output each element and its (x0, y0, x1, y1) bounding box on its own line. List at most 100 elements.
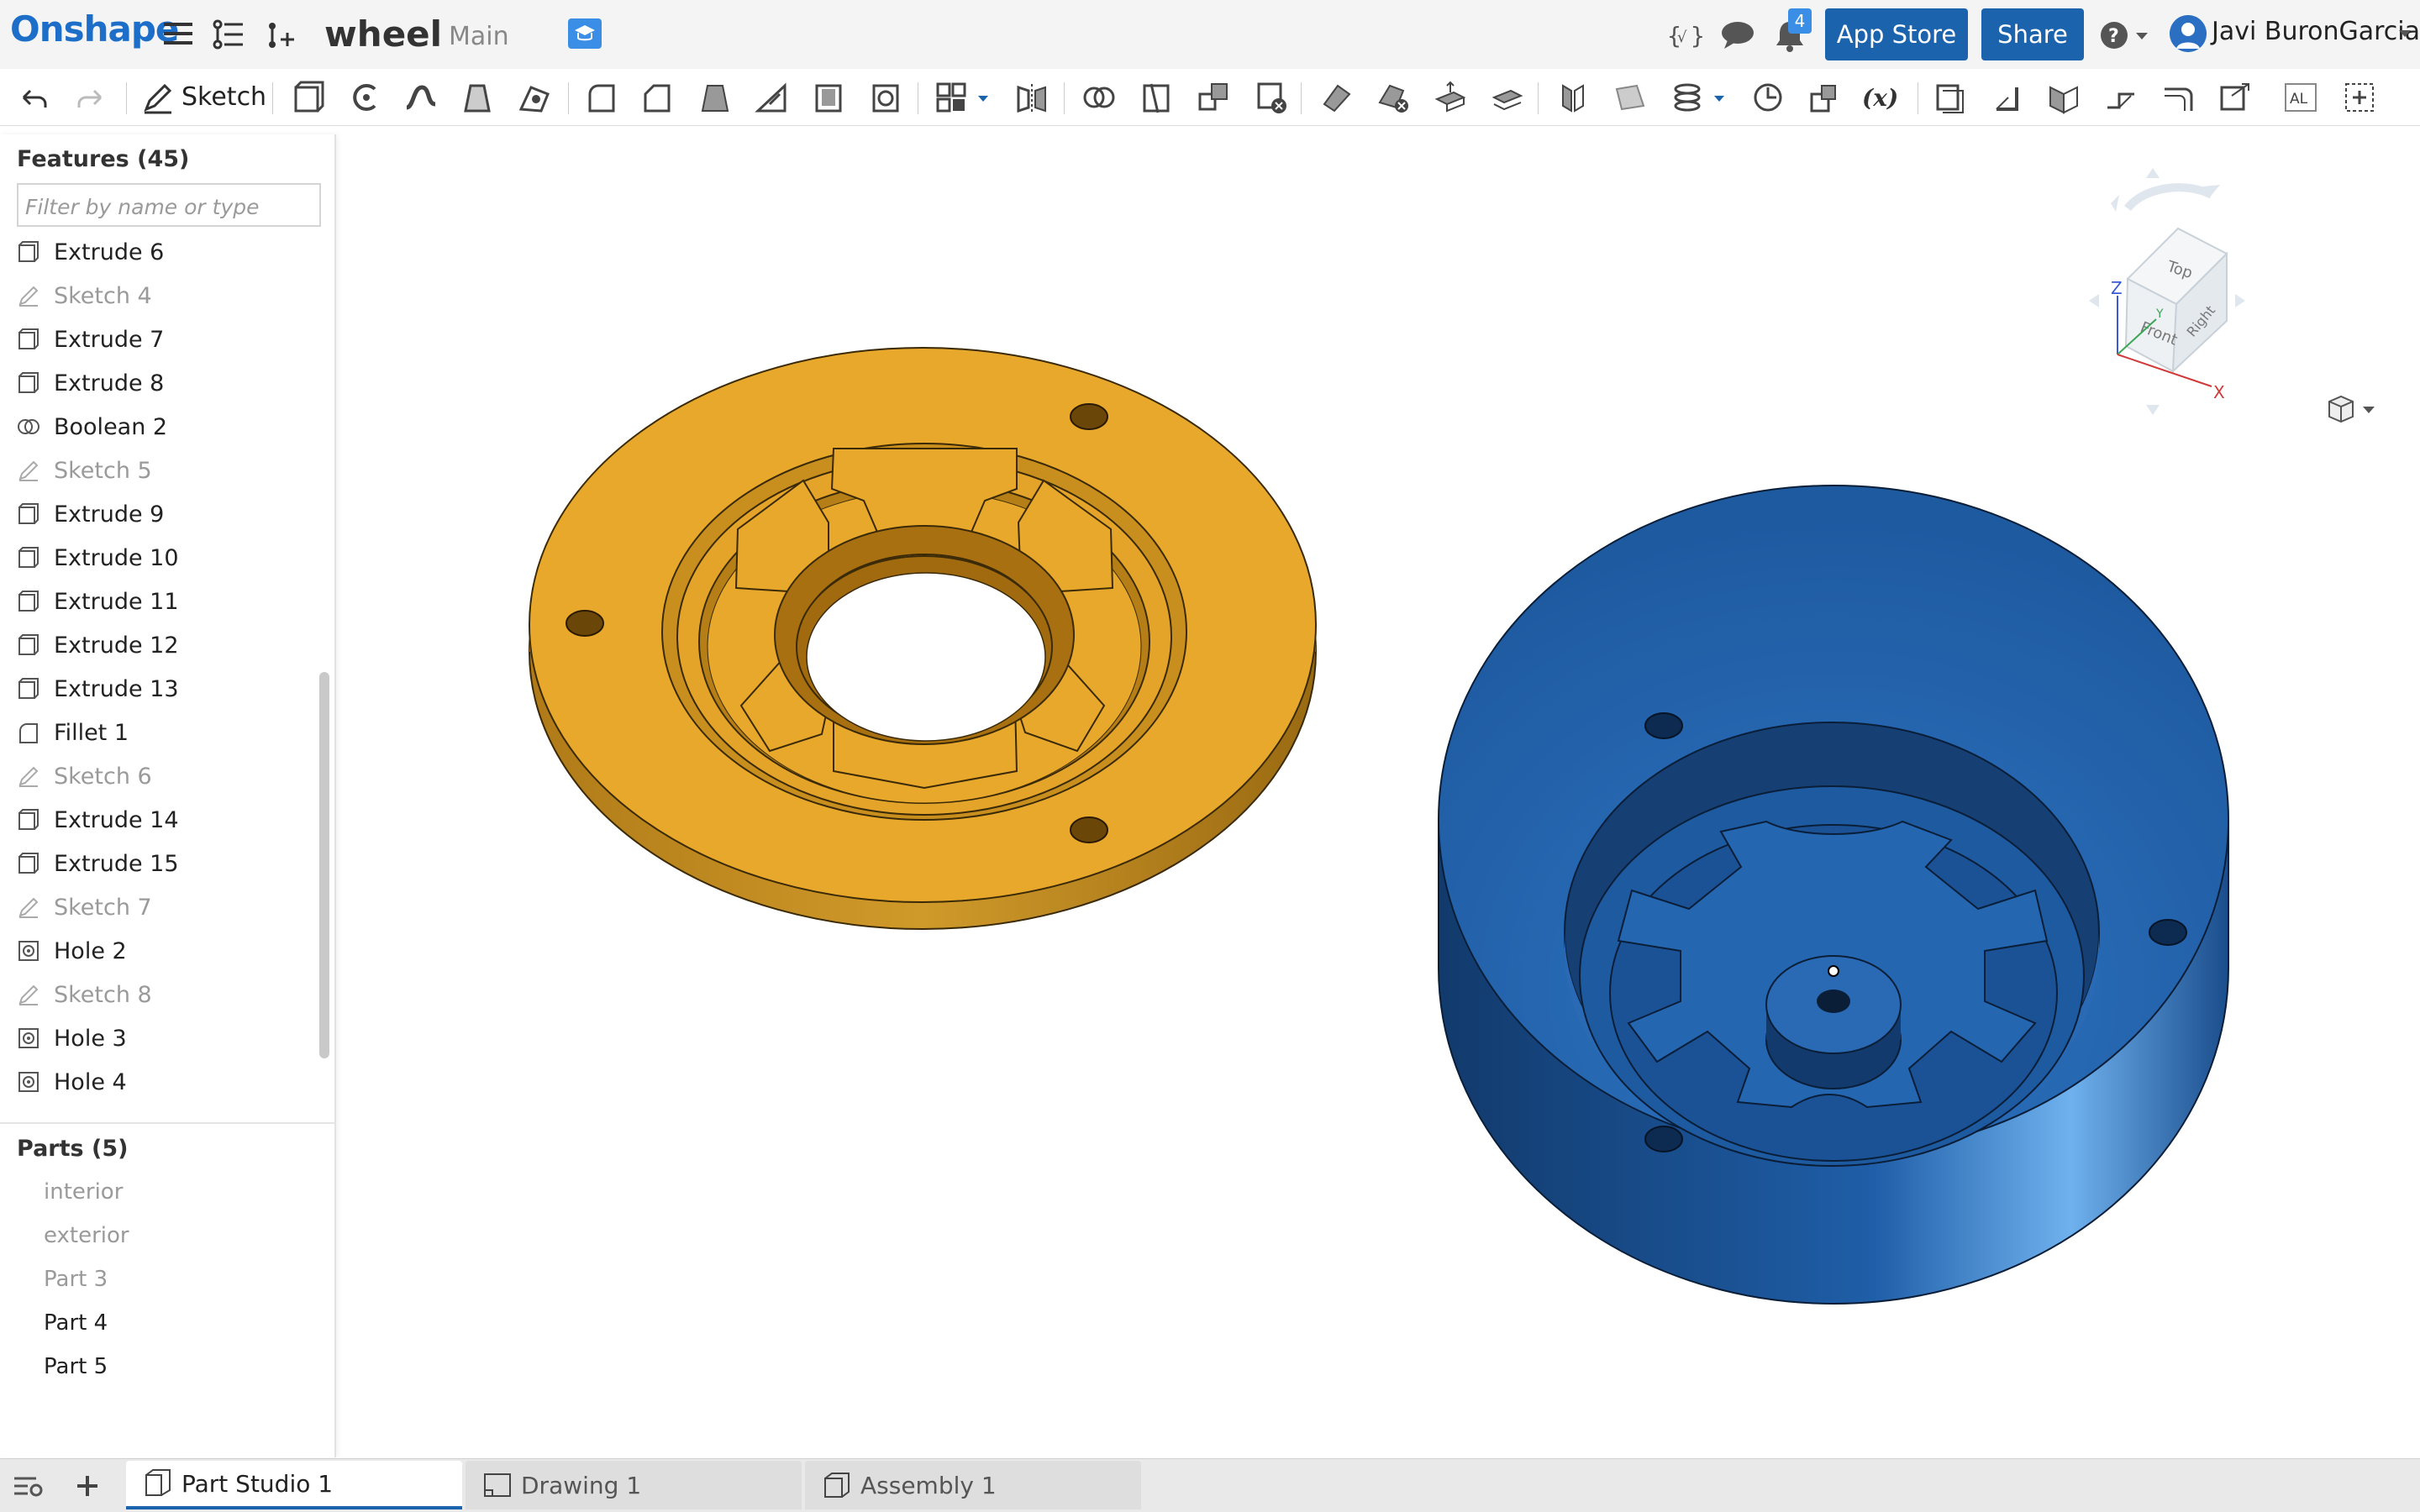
undo-icon[interactable] (15, 79, 52, 116)
feature-item[interactable]: Extrude 11 (17, 585, 179, 618)
replace-face-icon[interactable] (1489, 79, 1526, 116)
modify-fillet-icon[interactable] (1318, 79, 1355, 116)
document-title[interactable]: wheel (324, 13, 442, 55)
feature-item[interactable]: Hole 4 (17, 1065, 127, 1099)
view-options-cube-icon[interactable] (2328, 395, 2375, 423)
view-left-arrow-icon[interactable] (2089, 294, 2099, 307)
onshape-logo[interactable]: Onshape (10, 8, 179, 50)
feature-item[interactable]: Extrude 9 (17, 497, 164, 531)
chamfer-icon[interactable] (639, 79, 676, 116)
explode-icon[interactable] (1805, 79, 1842, 116)
add-custom-feature-icon[interactable] (2341, 79, 2378, 116)
thicken-icon[interactable] (516, 79, 553, 116)
add-tab-icon[interactable] (72, 1471, 103, 1501)
variable-icon[interactable]: {√} (1665, 18, 1702, 52)
feature-item[interactable]: Boolean 2 (17, 410, 167, 444)
boolean-icon[interactable] (1081, 79, 1118, 116)
redo-icon[interactable] (72, 79, 109, 116)
part-item[interactable]: interior (44, 1179, 123, 1205)
shell-icon[interactable] (810, 79, 847, 116)
user-menu-chevron-icon[interactable] (2396, 25, 2413, 42)
part-item[interactable]: Part 3 (44, 1267, 108, 1292)
sketch-button[interactable]: Sketch (182, 82, 266, 112)
blue-wheel-part[interactable] (1438, 485, 2229, 1305)
view-cube[interactable]: Top Front Right Z Y X (2089, 168, 2245, 415)
curve-dropdown-icon[interactable] (1711, 79, 1728, 116)
user-name[interactable]: Javi BuronGarcia (2212, 17, 2420, 46)
feature-item[interactable]: Hole 2 (17, 934, 127, 968)
pattern-icon[interactable] (933, 79, 970, 116)
sheet-metal-icon[interactable] (1931, 79, 1968, 116)
corner-icon[interactable] (2045, 79, 2082, 116)
sketch-pencil-icon[interactable] (139, 79, 176, 116)
delete-part-icon[interactable] (1252, 79, 1289, 116)
offset-surface-icon[interactable] (1555, 79, 1591, 116)
feature-item[interactable]: Extrude 14 (17, 803, 179, 837)
add-feature-al-icon[interactable]: AL (2282, 79, 2319, 116)
form-icon[interactable] (2160, 79, 2196, 116)
avatar[interactable] (2170, 15, 2207, 52)
flange-icon[interactable] (1988, 79, 2025, 116)
feature-filter-input[interactable]: Filter by name or type (17, 183, 321, 227)
view-up-arrow-icon[interactable] (2146, 168, 2160, 178)
revolve-icon[interactable] (346, 79, 383, 116)
sweep-icon[interactable] (402, 79, 439, 116)
part-item[interactable]: Part 5 (44, 1354, 108, 1379)
mate-connector-point[interactable] (1828, 965, 1839, 977)
move-face-icon[interactable] (1432, 79, 1469, 116)
workspace-name[interactable]: Main (449, 22, 509, 51)
mirror-icon[interactable] (1013, 79, 1050, 116)
part-item[interactable]: exterior (44, 1223, 129, 1248)
feature-item[interactable]: Sketch 7 (17, 890, 152, 924)
feature-item[interactable]: Extrude 7 (17, 323, 164, 356)
extrude-icon[interactable] (289, 79, 326, 116)
hole-icon[interactable] (867, 79, 904, 116)
menu-icon[interactable] (163, 18, 193, 49)
mate-connector-icon[interactable] (1749, 79, 1786, 116)
flat-pattern-icon[interactable] (2217, 79, 2254, 116)
feature-item[interactable]: Extrude 10 (17, 541, 179, 575)
tab-manager-icon[interactable] (12, 1471, 45, 1501)
view-right-arrow-icon[interactable] (2235, 294, 2245, 307)
draft-icon[interactable] (696, 79, 733, 116)
graphics-viewport[interactable]: Top Front Right Z Y X (338, 128, 2420, 1458)
feature-item[interactable]: Extrude 6 (17, 235, 164, 269)
feature-item[interactable]: Sketch 5 (17, 454, 152, 487)
feature-item[interactable]: Extrude 15 (17, 847, 179, 880)
assembly-tab[interactable]: Assembly 1 (805, 1461, 1141, 1509)
feature-item[interactable]: Sketch 4 (17, 279, 152, 312)
fillet-icon[interactable] (583, 79, 620, 116)
version-graph-icon[interactable] (210, 17, 245, 52)
feature-item[interactable]: Hole 3 (17, 1021, 127, 1055)
variable-function-icon[interactable]: (x) (1860, 79, 1906, 116)
view-down-arrow-icon[interactable] (2146, 405, 2160, 415)
feature-item[interactable]: Extrude 13 (17, 672, 179, 706)
learning-center-icon[interactable] (568, 18, 602, 49)
helix-icon[interactable] (1669, 79, 1706, 116)
app-store-button[interactable]: App Store (1825, 8, 1968, 60)
orange-flange-part[interactable] (529, 347, 1317, 930)
share-button[interactable]: Share (1981, 8, 2084, 60)
comments-icon[interactable] (1719, 18, 1756, 52)
feature-item[interactable]: Extrude 12 (17, 628, 179, 662)
feature-item[interactable]: Extrude 8 (17, 366, 164, 400)
feature-item[interactable]: Sketch 8 (17, 978, 152, 1011)
rib-icon[interactable] (753, 79, 790, 116)
split-icon[interactable] (1138, 79, 1175, 116)
drawing-tab[interactable]: Drawing 1 (466, 1461, 802, 1509)
help-icon[interactable]: ? (2099, 18, 2151, 52)
loft-icon[interactable] (459, 79, 496, 116)
bend-relief-icon[interactable] (2102, 79, 2139, 116)
feature-list-scrollbar[interactable] (319, 672, 329, 1058)
transform-icon[interactable] (1195, 79, 1232, 116)
part-item[interactable]: Part 4 (44, 1310, 108, 1336)
part-studio-tab[interactable]: Part Studio 1 (126, 1461, 462, 1509)
3d-model-canvas[interactable]: Top Front Right Z Y X (338, 128, 2420, 1458)
delete-face-icon[interactable] (1375, 79, 1412, 116)
rotate-view-arrow-icon[interactable] (2124, 183, 2214, 212)
feature-item[interactable]: Fillet 1 (17, 716, 129, 749)
feature-item[interactable]: Sketch 6 (17, 759, 152, 793)
pattern-dropdown-icon[interactable] (975, 79, 992, 116)
insert-branch-icon[interactable] (264, 17, 297, 52)
plane-icon[interactable] (1612, 79, 1649, 116)
